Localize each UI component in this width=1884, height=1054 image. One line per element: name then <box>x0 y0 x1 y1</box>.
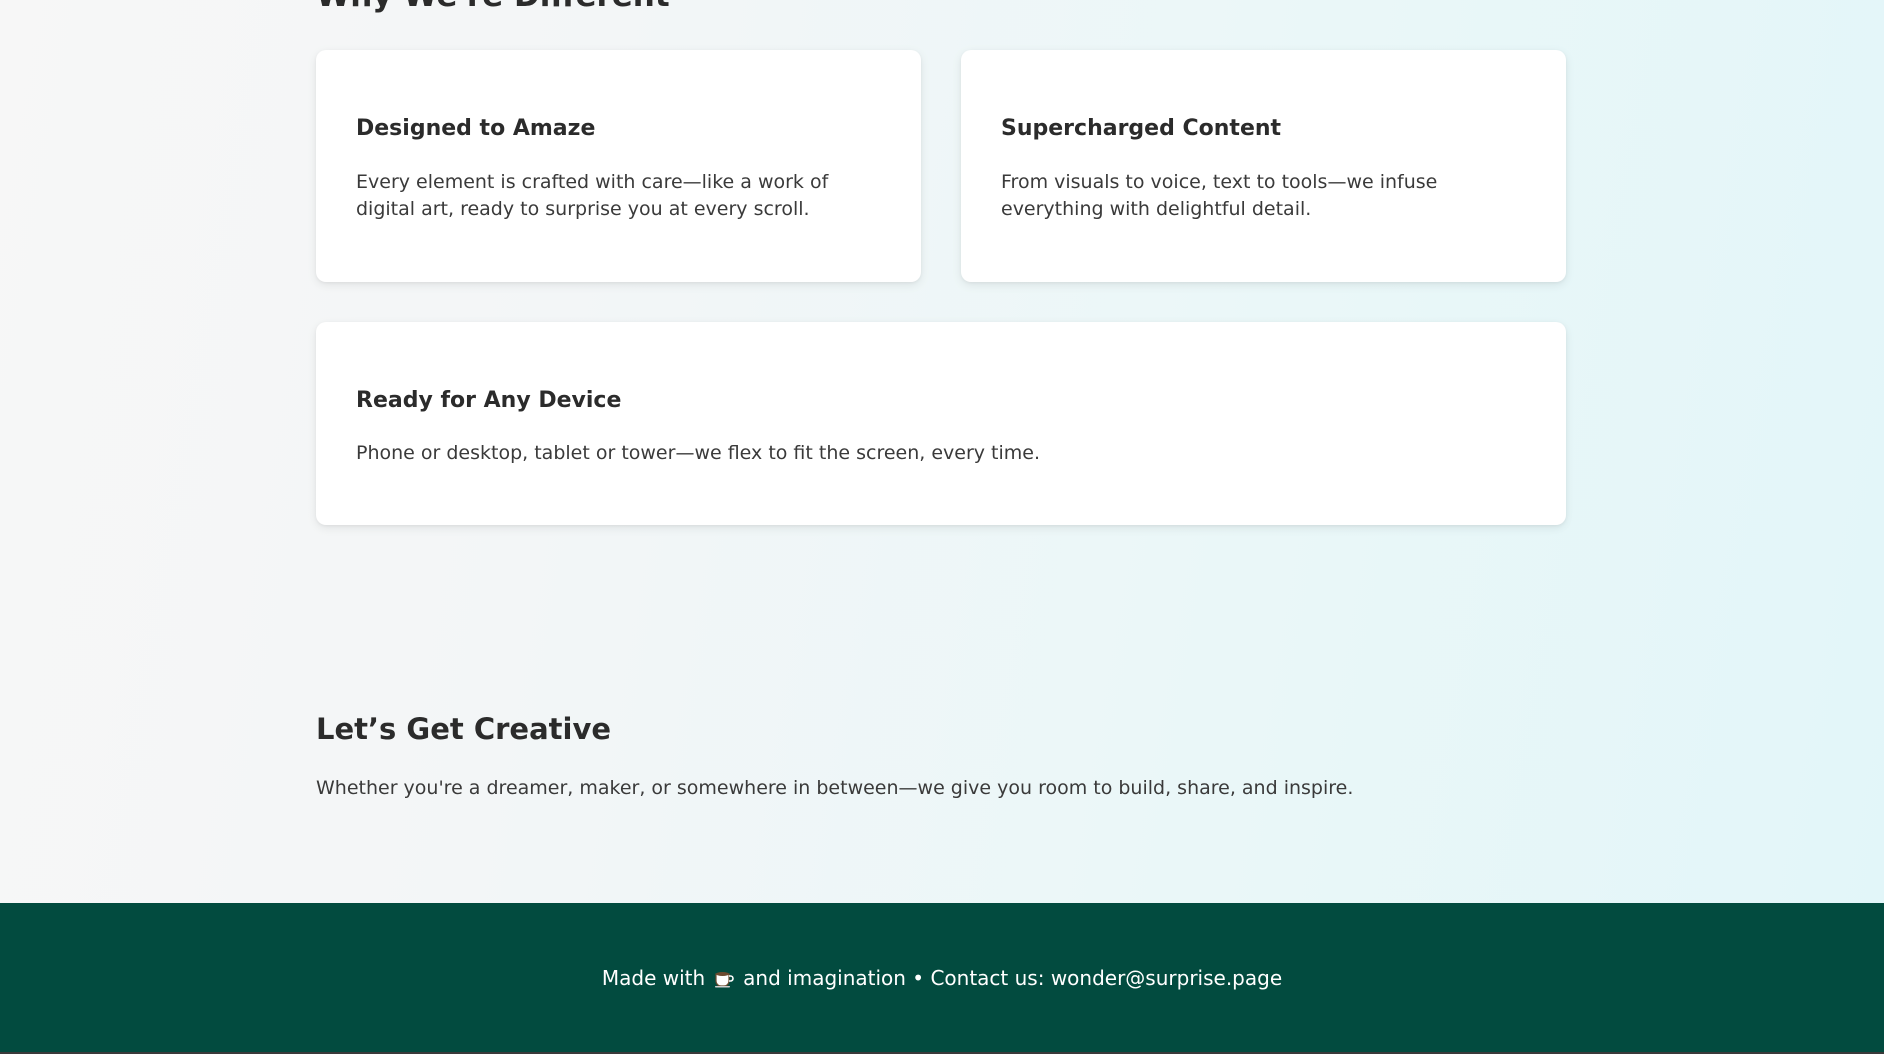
footer-contact: and imagination • Contact us: wonder@sur… <box>743 965 1283 990</box>
footer-made-with: Made with <box>601 965 706 990</box>
feature-card-any-device: Ready for Any Device Phone or desktop, t… <box>316 322 1566 525</box>
footer-text: Made with and imagination • Contact us: … <box>602 966 1282 990</box>
feature-card-text: Phone or desktop, tablet or tower—we fle… <box>356 442 1041 464</box>
creative-text: Whether you're a dreamer, maker, or some… <box>316 777 1354 799</box>
feature-card-text: From visuals to voice, text to tools—we … <box>1001 171 1438 220</box>
feature-card-supercharged: Supercharged Content From visuals to voi… <box>961 50 1566 282</box>
feature-card-title: Supercharged Content <box>1001 116 1282 141</box>
footer: Made with and imagination • Contact us: … <box>0 903 1884 1052</box>
features-heading: Why We're Different <box>316 0 670 14</box>
feature-card-designed: Designed to Amaze Every element is craft… <box>316 50 921 282</box>
creative-title: Let’s Get Creative <box>316 712 612 746</box>
feature-card-title: Ready for Any Device <box>356 388 622 413</box>
page-main: Why We're Different Designed to Amaze Ev… <box>0 0 1884 903</box>
feature-card-title: Designed to Amaze <box>356 116 596 141</box>
feature-card-text: Every element is crafted with care—like … <box>356 171 829 220</box>
coffee-icon <box>713 968 735 988</box>
